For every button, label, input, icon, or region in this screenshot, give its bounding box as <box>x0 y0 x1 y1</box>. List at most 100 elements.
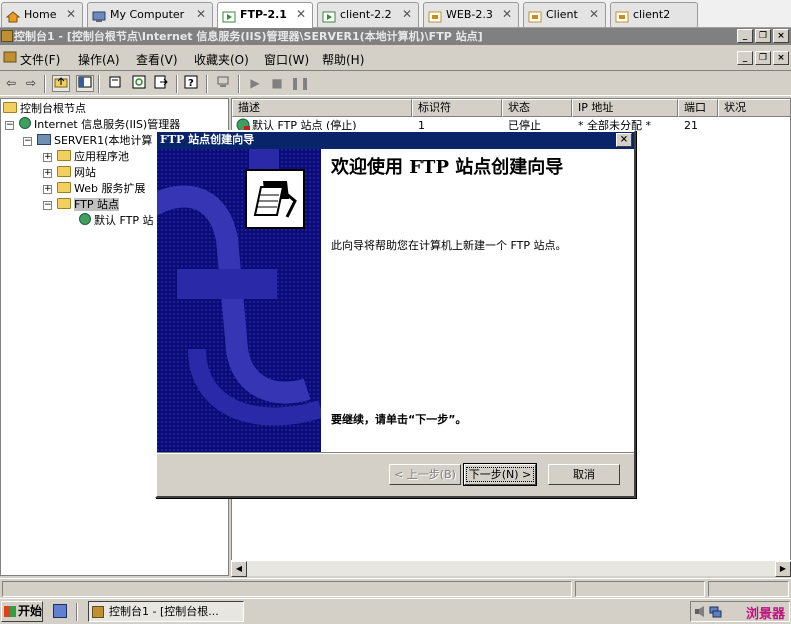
window-title: 控制台1 - [控制台根节点\Internet 信息服务(IIS)管理器\SER… <box>14 30 483 43</box>
close-icon[interactable]: ✕ <box>502 3 512 26</box>
folder-open-icon <box>57 198 71 209</box>
window-title-bar: 控制台1 - [控制台根节点\Internet 信息服务(IIS)管理器\SER… <box>0 28 791 45</box>
folder-icon <box>57 166 71 177</box>
status-pane-main <box>2 581 572 597</box>
tray-network-icon[interactable] <box>709 605 722 618</box>
quick-launch-ie-icon[interactable] <box>53 604 67 618</box>
play-icon[interactable]: ▶ <box>246 75 264 92</box>
back-arrow-icon[interactable]: ⇦ <box>2 75 20 92</box>
menu-window[interactable]: 窗口(W) <box>264 51 309 68</box>
tree-default-ftp-site[interactable]: 默认 FTP 站 <box>79 213 153 229</box>
folder-icon <box>57 150 71 161</box>
forward-arrow-icon[interactable]: ⇨ <box>22 75 40 92</box>
horizontal-scrollbar[interactable]: ◀ ▶ <box>231 560 791 577</box>
vm-tab-label: FTP-2.1 <box>240 8 287 21</box>
expand-toggle[interactable]: + <box>43 169 52 178</box>
child-restore-button[interactable]: ❐ <box>755 51 771 65</box>
start-button[interactable]: 开始 <box>1 601 43 622</box>
child-minimize-button[interactable]: _ <box>737 51 753 65</box>
vm-icon <box>615 8 629 23</box>
column-header-description[interactable]: 描述 <box>232 99 412 117</box>
menu-view[interactable]: 查看(V) <box>136 51 178 68</box>
wizard-close-button[interactable]: × <box>616 133 632 147</box>
vm-tab-my-computer[interactable]: My Computer ✕ <box>87 2 213 27</box>
taskbar-mmc-label: 控制台1 - [控制台根... <box>109 605 219 618</box>
status-bar <box>0 578 791 598</box>
tray-watermark-text: 浏景器 <box>745 607 785 622</box>
collapse-toggle[interactable]: − <box>5 121 14 130</box>
vm-tab-ftp-2-1[interactable]: FTP-2.1 ✕ <box>217 2 313 28</box>
taskbar: 开始 控制台1 - [控制台根... 浏景器 <box>0 598 791 624</box>
column-header-status[interactable]: 状况 <box>718 99 790 117</box>
menu-help[interactable]: 帮助(H) <box>322 51 364 68</box>
wizard-banner-art <box>157 149 321 452</box>
restore-button[interactable]: ❐ <box>755 29 771 43</box>
tree-console-root[interactable]: 控制台根节点 <box>3 101 86 117</box>
help-icon[interactable]: ? <box>182 75 200 92</box>
server-icon <box>37 134 51 145</box>
column-header-state[interactable]: 状态 <box>502 99 572 117</box>
export-list-icon[interactable] <box>152 75 170 92</box>
minimize-button[interactable]: _ <box>737 29 753 43</box>
vm-tab-web-2-3[interactable]: WEB-2.3 ✕ <box>423 2 519 27</box>
taskbar-mmc-button[interactable]: 控制台1 - [控制台根... <box>88 601 244 622</box>
mmc-app-icon <box>1 30 13 42</box>
vm-tab-label: client2 <box>633 8 671 21</box>
close-icon[interactable]: ✕ <box>66 3 76 26</box>
menu-bar: 文件(F) 操作(A) 查看(V) 收藏夹(O) 窗口(W) 帮助(H) _ ❐… <box>0 45 791 71</box>
scroll-left-arrow-icon[interactable]: ◀ <box>231 561 247 577</box>
wizard-title-bar: FTP 站点创建向导 × <box>157 132 634 149</box>
vm-tab-home[interactable]: Home ✕ <box>1 2 83 27</box>
scroll-right-arrow-icon[interactable]: ▶ <box>775 561 791 577</box>
menu-file[interactable]: 文件(F) <box>20 51 60 68</box>
expand-toggle[interactable]: + <box>43 185 52 194</box>
tree-app-pools[interactable]: 应用程序池 <box>57 149 129 165</box>
wizard-description: 此向导将帮助您在计算机上新建一个 FTP 站点。 <box>331 239 567 252</box>
folder-icon <box>57 182 71 193</box>
ftp-site-stopped-icon <box>79 213 91 225</box>
pause-icon[interactable]: ❚❚ <box>290 75 310 92</box>
collapse-toggle[interactable]: − <box>23 137 32 146</box>
cancel-button[interactable]: 取消 <box>548 464 620 485</box>
close-icon[interactable]: ✕ <box>296 3 306 26</box>
computer-icon[interactable] <box>214 75 232 92</box>
vm-play-icon <box>322 8 336 23</box>
expand-toggle[interactable]: + <box>43 153 52 162</box>
vm-tab-client2[interactable]: client2 <box>610 2 698 27</box>
up-folder-icon[interactable] <box>52 75 70 92</box>
mmc-menu-icon[interactable] <box>1 50 19 67</box>
ftp-wizard-dialog: FTP 站点创建向导 × 欢迎使用 FTP 站点创建向导 此向导将帮助您在计算机… <box>155 130 636 498</box>
tree-web-service-ext[interactable]: Web 服务扩展 <box>57 181 145 197</box>
close-icon[interactable]: ✕ <box>402 3 412 26</box>
child-close-button[interactable]: × <box>773 51 789 65</box>
back-button[interactable]: < 上一步(B) <box>389 464 461 485</box>
tree-server1[interactable]: SERVER1(本地计算 <box>37 133 152 149</box>
tray-speaker-icon[interactable] <box>694 605 707 618</box>
tree-websites[interactable]: 网站 <box>57 165 96 181</box>
close-button[interactable]: × <box>773 29 789 43</box>
vm-tab-label: WEB-2.3 <box>446 8 493 21</box>
column-header-ip-address[interactable]: IP 地址 <box>572 99 678 117</box>
system-tray: 浏景器 <box>690 601 790 622</box>
menu-action[interactable]: 操作(A) <box>78 51 120 68</box>
refresh-icon[interactable] <box>130 75 148 92</box>
close-icon[interactable]: ✕ <box>589 3 599 26</box>
properties-icon[interactable] <box>106 75 124 92</box>
column-header-port[interactable]: 端口 <box>678 99 718 117</box>
menu-favorites[interactable]: 收藏夹(O) <box>194 51 249 68</box>
vm-tab-strip: Home ✕ My Computer ✕ FTP-2.1 ✕ client-2.… <box>0 0 791 28</box>
vm-tab-client-2-2[interactable]: client-2.2 ✕ <box>317 2 419 27</box>
tree-ftp-sites[interactable]: FTP 站点 <box>57 197 119 213</box>
column-header-identifier[interactable]: 标识符 <box>412 99 502 117</box>
folder-icon <box>3 102 17 113</box>
collapse-toggle[interactable]: − <box>43 201 52 210</box>
stop-icon[interactable]: ■ <box>268 75 286 92</box>
show-hide-tree-icon[interactable] <box>76 75 94 92</box>
wizard-heading: 欢迎使用 FTP 站点创建向导 <box>331 157 564 178</box>
windows-logo-icon <box>4 606 16 617</box>
close-icon[interactable]: ✕ <box>196 3 206 26</box>
vm-icon <box>528 8 542 23</box>
vm-tab-client[interactable]: Client ✕ <box>523 2 606 27</box>
next-button[interactable]: 下一步(N) > <box>463 463 537 486</box>
start-label: 开始 <box>18 604 43 618</box>
